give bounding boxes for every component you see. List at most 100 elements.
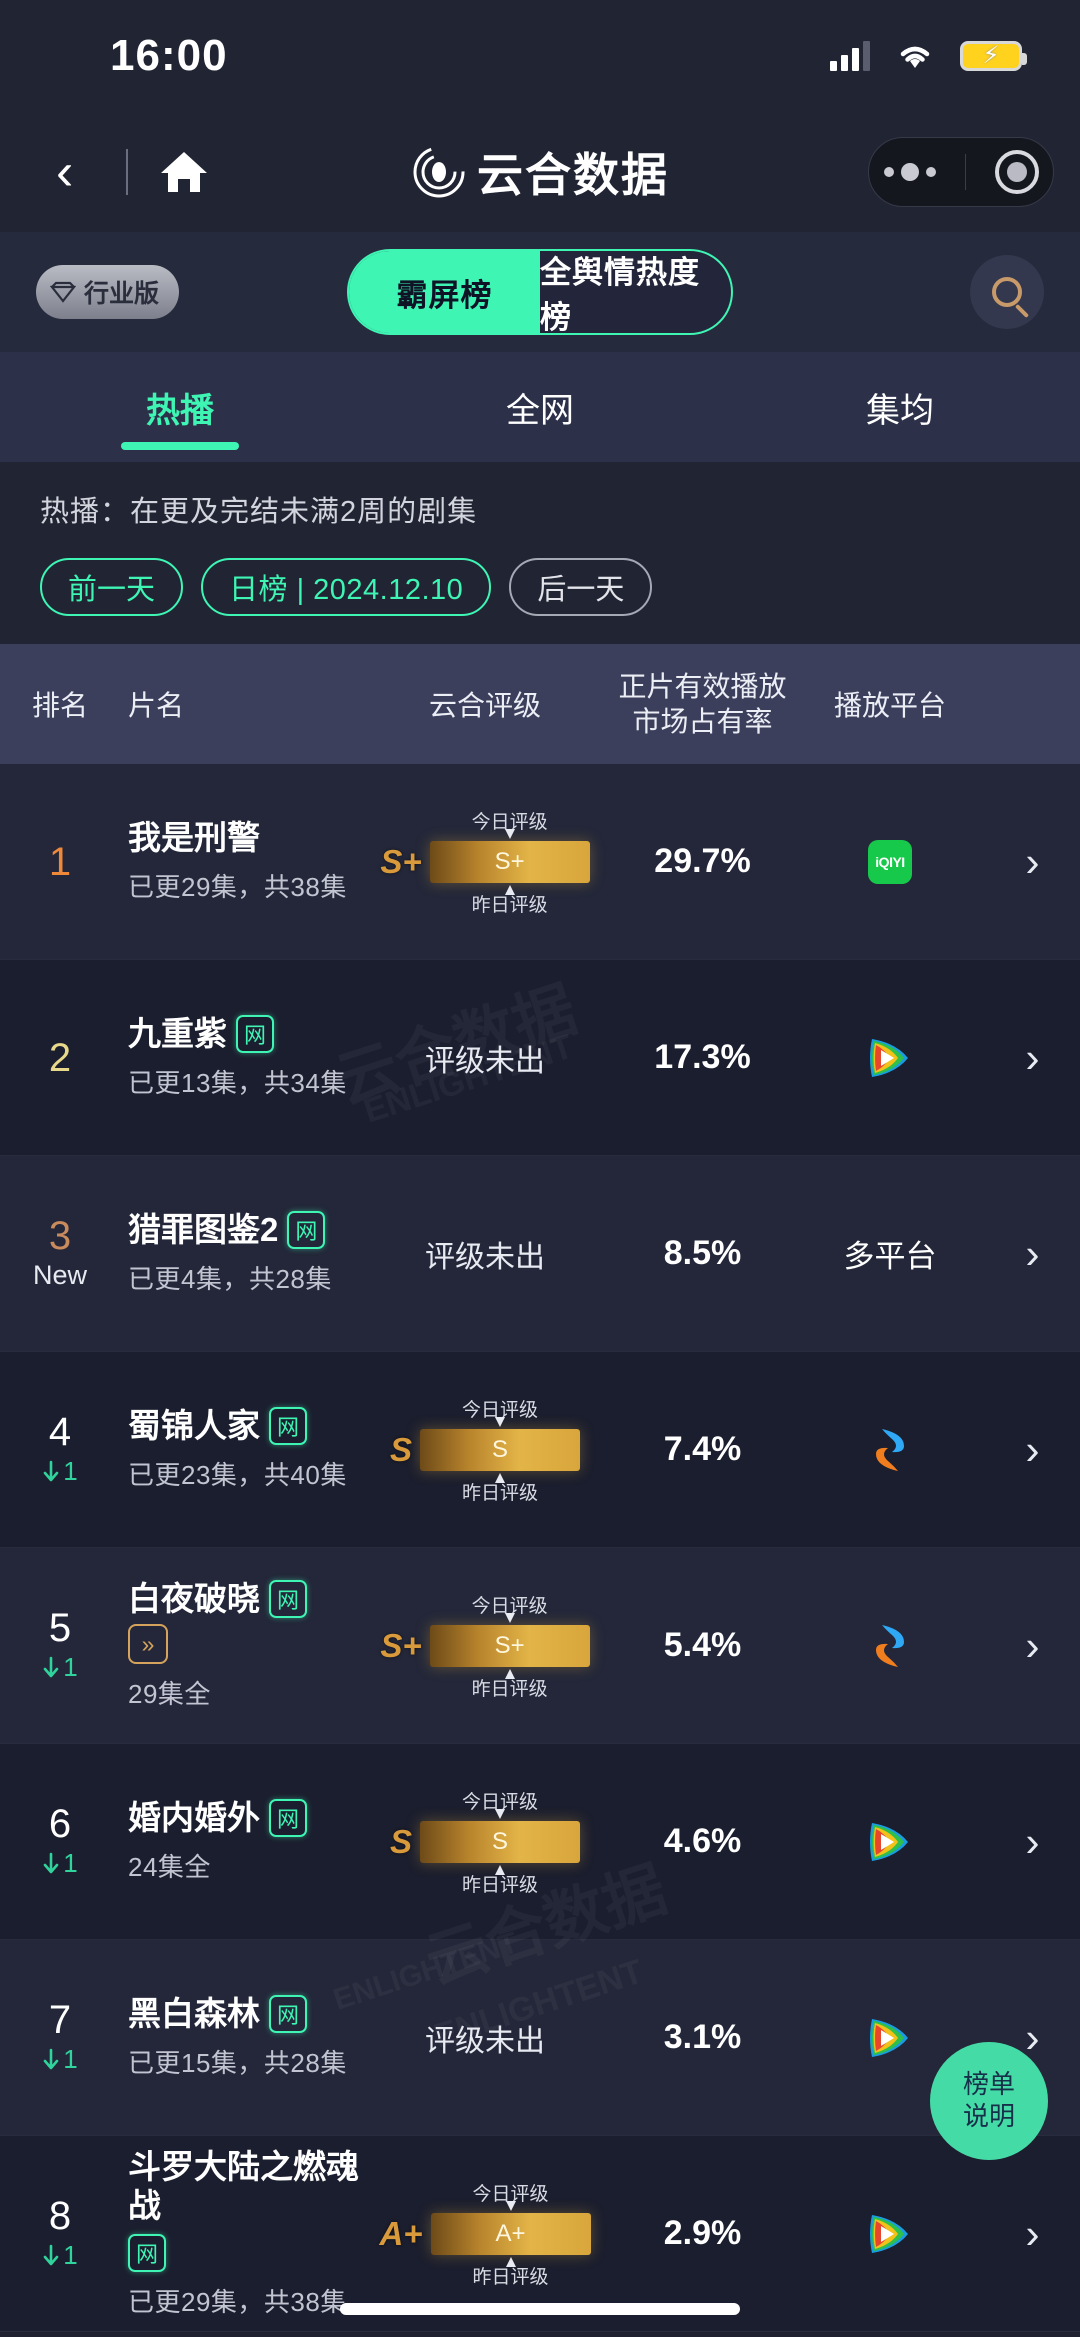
status-time: 16:00	[110, 31, 228, 80]
rating-yesterday-label: 昨日评级	[461, 1874, 539, 1896]
pro-version-label: 行业版	[84, 280, 160, 308]
table-row[interactable]: 4 1 蜀锦人家网已更23集，共40集 S 今日评级 S 昨日评级 7.4% ›	[0, 1352, 1080, 1548]
share-value: 2.9%	[663, 2214, 742, 2252]
title-cell[interactable]: 白夜破晓网 » 29集全	[120, 1580, 360, 1712]
home-icon[interactable]	[156, 144, 212, 200]
row-detail-link[interactable]: ›	[985, 1232, 1080, 1275]
tab-quanwang[interactable]: 全网	[360, 352, 720, 462]
yunhe-logo-icon	[411, 144, 467, 200]
arrow-down-icon	[43, 2048, 59, 2069]
table-row[interactable]: 3 New 猎罪图鉴2 网已更4集，共28集 评级未出 8.5% 多平台 ›	[0, 1156, 1080, 1352]
chevron-right-icon: ›	[1025, 1425, 1040, 1473]
online-exclusive-tag: 网	[269, 1995, 307, 2033]
episode-info: 已更29集，共38集	[128, 2287, 347, 2318]
ellipsis-icon[interactable]	[883, 163, 936, 181]
rating-letter: A+	[379, 2214, 423, 2252]
platform-cell[interactable]: 多平台	[795, 1231, 985, 1276]
title-line: 九重紫网	[128, 1015, 360, 1054]
segment-bapingbang[interactable]: 霸屏榜	[349, 251, 540, 333]
arrow-down-icon	[43, 1852, 59, 1873]
title-cell[interactable]: 黑白森林网已更15集，共28集	[120, 1995, 360, 2081]
tab-jijun[interactable]: 集均	[720, 352, 1080, 462]
episode-info: 已更23集，共40集	[128, 1460, 347, 1491]
date-selector[interactable]: 日榜 | 2024.12.10	[201, 558, 492, 616]
rank-cell: 81	[0, 2196, 120, 2271]
row-detail-link[interactable]: ›	[985, 1624, 1080, 1667]
rank-cell: 71	[0, 2000, 120, 2075]
rank-number: 5	[48, 1606, 72, 1650]
title-cell[interactable]: 婚内婚外网 24集全	[120, 1799, 360, 1885]
prev-day-button[interactable]: 前一天	[40, 558, 184, 616]
row-detail-link[interactable]: ›	[985, 1425, 1080, 1473]
rank-change: 1	[42, 2240, 78, 2271]
title-cell[interactable]: 猎罪图鉴2 网已更4集，共28集	[120, 1211, 360, 1297]
table-row[interactable]: 7 1 黑白森林网已更15集，共28集 评级未出 3.1% ›	[0, 1940, 1080, 2136]
status-icons: ⚡	[830, 41, 1027, 71]
tab-rebo[interactable]: 热播	[0, 352, 360, 462]
next-day-button[interactable]: 后一天	[509, 558, 653, 616]
rating-bar-wrap: 今日评级 S 昨日评级	[420, 1792, 580, 1896]
row-detail-link[interactable]: ›	[985, 2209, 1080, 2257]
show-title: 蜀锦人家	[128, 1406, 260, 1444]
ranking-segmented-control[interactable]: 霸屏榜 全舆情热度榜	[347, 249, 733, 335]
share-value: 17.3%	[654, 1038, 751, 1076]
rating-bar: S	[420, 1428, 580, 1471]
rating-yesterday-label: 昨日评级	[461, 1482, 539, 1504]
rating-yesterday-label: 昨日评级	[471, 1678, 548, 1700]
fast-forward-tag: »	[128, 1624, 168, 1665]
show-title: 白夜破晓	[128, 1579, 260, 1617]
column-header-share: 正片有效播放 市场占有率	[610, 669, 795, 739]
miniprogram-capsule[interactable]	[868, 137, 1054, 207]
rating-bar-wrap: 今日评级 S 昨日评级	[420, 1400, 580, 1504]
segment-quanyuqing[interactable]: 全舆情热度榜	[540, 251, 731, 333]
target-circle-icon[interactable]	[994, 150, 1039, 194]
platform-cell[interactable]	[795, 1035, 985, 1081]
rating-cell: 评级未出	[360, 1036, 610, 1080]
rating-cell: S+ 今日评级 S+ 昨日评级	[360, 1596, 610, 1700]
table-row[interactable]: 1 我是刑警 已更29集，共38集 S+ 今日评级 S+ 昨日评级 29.7% iQIYI ›	[0, 764, 1080, 960]
title-line: 猎罪图鉴2 网	[128, 1211, 360, 1250]
ranking-type-header: 行业版 霸屏榜 全舆情热度榜	[0, 232, 1080, 352]
row-detail-link[interactable]: ›	[985, 1036, 1080, 1079]
platform-cell[interactable]	[795, 2211, 985, 2257]
rating-bar-wrap: 今日评级 S+ 昨日评级	[429, 1596, 590, 1700]
date-navigation[interactable]: 前一天 日榜 | 2024.12.10 后一天	[40, 558, 1040, 616]
metric-tabs[interactable]: 热播 全网 集均	[0, 352, 1080, 462]
title-line: 白夜破晓网	[128, 1580, 360, 1619]
column-header-rating: 云合评级	[428, 690, 541, 721]
title-line: 斗罗大陆之燃魂战网	[128, 2148, 360, 2273]
column-header-title: 片名	[128, 690, 185, 721]
table-row[interactable]: 5 1 白夜破晓网» 29集全 S+ 今日评级 S+ 昨日评级 5.4% ›	[0, 1548, 1080, 1744]
column-header-share-line2: 市场占有率	[632, 706, 773, 737]
status-bar: 16:00 ⚡	[0, 0, 1080, 112]
nav-bar: ‹ 云合数据	[0, 112, 1080, 232]
rating-bar-value: S+	[494, 847, 525, 875]
ranking-explanation-button[interactable]: 榜单 说明	[930, 2042, 1048, 2160]
platform-cell[interactable]	[795, 1819, 985, 1865]
rating-bar: S	[420, 1820, 580, 1863]
platform-cell[interactable]: iQIYI	[795, 839, 985, 884]
iqiyi-icon: iQIYI	[868, 839, 912, 884]
tab-quanwang-label: 全网	[506, 391, 574, 430]
row-detail-link[interactable]: ›	[985, 1820, 1080, 1863]
title-cell[interactable]: 蜀锦人家网已更23集，共40集	[120, 1407, 360, 1493]
title-cell[interactable]: 我是刑警 已更29集，共38集	[120, 819, 360, 905]
platform-cell[interactable]	[795, 1622, 985, 1670]
search-button[interactable]	[970, 255, 1044, 329]
title-cell[interactable]: 九重紫网已更13集，共34集	[120, 1015, 360, 1101]
rating-bar-wrap: 今日评级 A+ 昨日评级	[430, 2184, 591, 2288]
title-cell[interactable]: 斗罗大陆之燃魂战网已更29集，共38集	[120, 2148, 360, 2320]
pro-version-badge[interactable]: 行业版	[36, 265, 180, 319]
rank-cell: 2	[0, 1038, 120, 1078]
row-detail-link[interactable]: ›	[985, 840, 1080, 883]
rating-cell: A+ 今日评级 A+ 昨日评级	[360, 2184, 610, 2288]
rank-cell: 61	[0, 1804, 120, 1879]
chevron-right-icon: ›	[1025, 2013, 1040, 2061]
capsule-divider	[964, 154, 966, 190]
rating-bar-value: S	[491, 1827, 508, 1855]
chevron-right-icon: ›	[1025, 2209, 1040, 2257]
platform-cell[interactable]	[795, 1426, 985, 1474]
chevron-left-icon[interactable]: ‹	[56, 146, 116, 198]
table-row[interactable]: 6 1 婚内婚外网 24集全 S 今日评级 S 昨日评级 4.6% ›	[0, 1744, 1080, 1940]
table-row[interactable]: 2 九重紫网已更13集，共34集 评级未出 17.3% ›	[0, 960, 1080, 1156]
